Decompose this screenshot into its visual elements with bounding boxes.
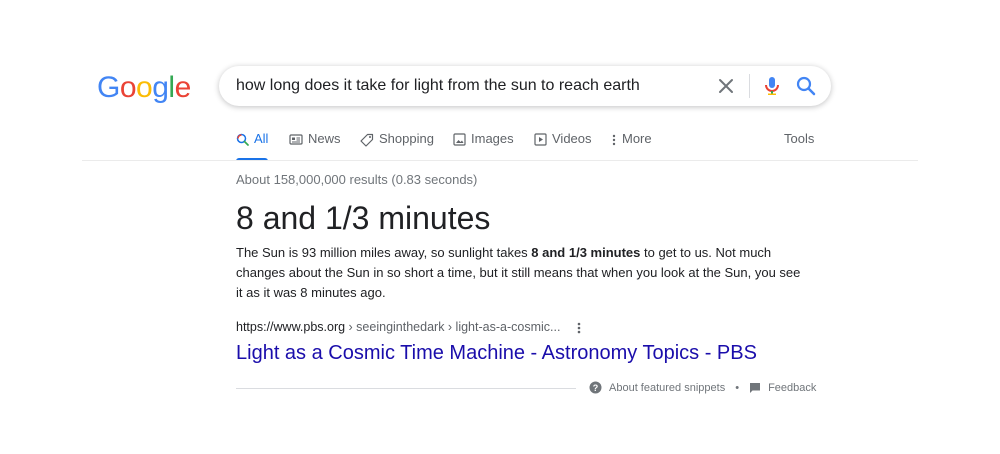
tab-more[interactable]: More — [611, 131, 652, 161]
tab-images[interactable]: Images — [453, 131, 514, 161]
about-featured-snippets-link[interactable]: ? About featured snippets — [589, 381, 725, 394]
feedback-link[interactable]: Feedback — [749, 382, 816, 394]
tab-label: More — [622, 131, 652, 146]
mic-icon[interactable] — [761, 75, 783, 97]
tab-label: Shopping — [379, 131, 434, 146]
search-icon — [236, 133, 249, 146]
search-icon[interactable] — [795, 75, 817, 97]
tag-icon — [360, 133, 374, 147]
more-vert-icon — [612, 134, 616, 146]
url-path: › seeinginthedark › light-as-a-cosmic... — [345, 320, 561, 334]
tab-all[interactable]: All — [236, 131, 269, 161]
feedback-icon — [750, 382, 761, 393]
url-domain: https://www.pbs.org — [236, 320, 346, 334]
svg-text:?: ? — [593, 383, 599, 393]
tools-button[interactable]: Tools — [784, 131, 814, 146]
tabs-divider — [82, 160, 918, 161]
logo-letter: o — [119, 71, 137, 104]
help-icon: ? — [589, 381, 602, 394]
logo-letter: e — [174, 71, 192, 104]
tab-shopping[interactable]: Shopping — [360, 131, 434, 161]
tab-label: All — [254, 131, 269, 146]
result-url[interactable]: https://www.pbs.org › seeinginthedark › … — [236, 320, 560, 334]
result-title-link[interactable]: Light as a Cosmic Time Machine - Astrono… — [236, 342, 757, 365]
tab-label: Videos — [552, 131, 592, 146]
tab-videos[interactable]: Videos — [534, 131, 592, 161]
logo-letter: G — [97, 71, 120, 104]
featured-snippet-text: The Sun is 93 million miles away, so sun… — [236, 243, 806, 303]
result-stats: About 158,000,000 results (0.83 seconds) — [236, 172, 478, 187]
logo-letter: g — [152, 71, 169, 104]
about-label: About featured snippets — [609, 381, 726, 394]
tab-label: News — [308, 131, 341, 146]
search-divider — [749, 74, 750, 98]
footer-separator: • — [735, 381, 740, 394]
tab-label: Images — [471, 131, 514, 146]
play-icon — [534, 133, 547, 146]
result-options-icon[interactable] — [574, 320, 584, 336]
tab-news[interactable]: News — [289, 131, 341, 161]
snippet-divider — [236, 388, 576, 389]
newspaper-icon — [289, 134, 303, 145]
logo-letter: o — [136, 71, 153, 104]
featured-answer: 8 and 1/3 minutes — [236, 200, 491, 236]
close-icon[interactable] — [716, 76, 736, 96]
image-icon — [453, 133, 466, 146]
snippet-footer: ? About featured snippets • Feedback — [589, 381, 816, 394]
search-input[interactable] — [236, 66, 706, 106]
snippet-text: The Sun is 93 million miles away, so sun… — [236, 245, 532, 260]
feedback-label: Feedback — [768, 381, 817, 394]
search-box — [219, 66, 831, 106]
google-logo[interactable]: Google — [97, 70, 191, 106]
snippet-highlight: 8 and 1/3 minutes — [531, 245, 641, 260]
